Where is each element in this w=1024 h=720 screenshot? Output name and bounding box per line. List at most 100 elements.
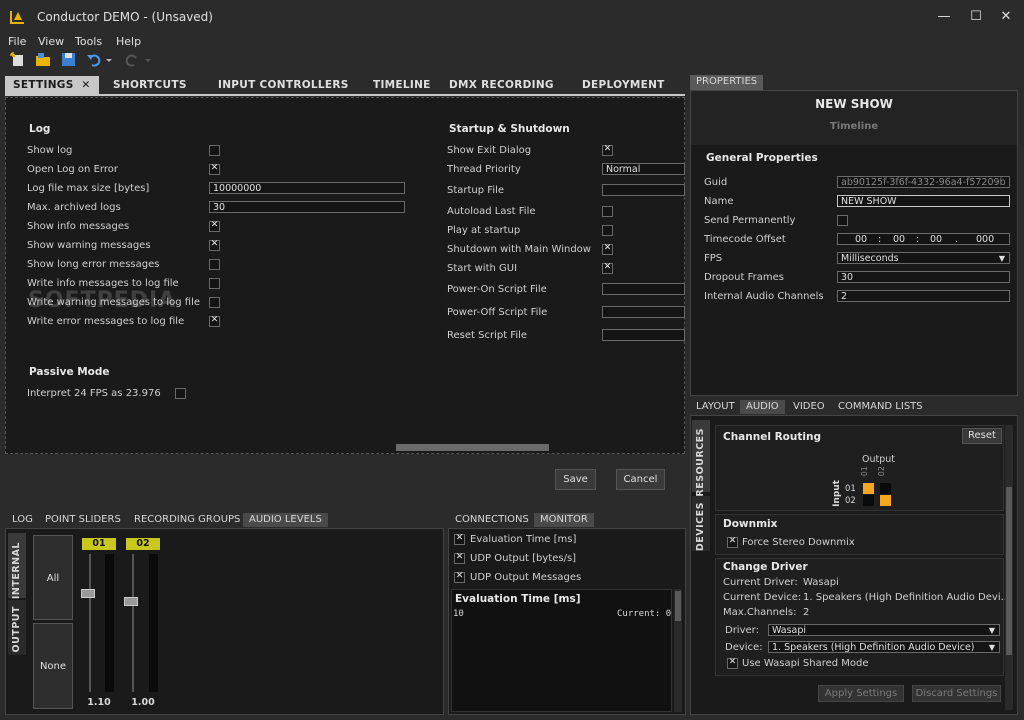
- vtab-internal[interactable]: INTERNAL: [8, 533, 26, 599]
- show-warning-messages-checkbox[interactable]: [209, 239, 220, 251]
- start-with-gui-checkbox[interactable]: [602, 262, 613, 274]
- routing-cell-1-2[interactable]: [880, 483, 891, 494]
- dropout-frames-input[interactable]: 30: [837, 271, 1010, 283]
- open-log-on-error-checkbox[interactable]: [209, 163, 220, 175]
- channel-02-slider-track[interactable]: [132, 554, 134, 692]
- udp-output-bytes-label: UDP Output [bytes/s]: [470, 553, 577, 564]
- show-log-checkbox[interactable]: [209, 145, 220, 156]
- minimize-button[interactable]: —: [934, 8, 954, 26]
- tab-shortcuts[interactable]: SHORTCUTS: [113, 76, 187, 94]
- routing-cell-2-1[interactable]: [863, 495, 874, 506]
- tab-log[interactable]: LOG: [12, 513, 33, 527]
- channel-02-fader-handle[interactable]: [124, 596, 138, 606]
- none-button[interactable]: None: [33, 623, 73, 709]
- menu-tools[interactable]: Tools: [75, 35, 102, 48]
- udp-output-bytes-checkbox[interactable]: [454, 552, 465, 564]
- power-on-script-input[interactable]: [602, 283, 685, 295]
- start-with-gui-label: Start with GUI: [447, 263, 518, 274]
- device-select-value: 1. Speakers (High Definition Audio Devic…: [772, 642, 975, 653]
- internal-audio-channels-input[interactable]: 2: [837, 290, 1010, 302]
- tab-input-controllers[interactable]: INPUT CONTROLLERS: [218, 76, 349, 94]
- vtab-devices-label: DEVICES: [695, 502, 706, 552]
- tab-timeline[interactable]: TIMELINE: [373, 76, 431, 94]
- interpret-24fps-checkbox[interactable]: [175, 388, 186, 399]
- evaluation-time-checkbox[interactable]: [454, 533, 465, 545]
- log-file-max-size-label: Log file max size [bytes]: [27, 183, 150, 194]
- vtab-resources[interactable]: RESOURCES: [692, 420, 710, 497]
- use-wasapi-shared-checkbox[interactable]: [727, 657, 738, 669]
- fps-select[interactable]: Milliseconds ▼: [837, 252, 1010, 264]
- tab-properties[interactable]: PROPERTIES: [690, 75, 764, 90]
- discard-settings-button[interactable]: Discard Settings: [912, 685, 1001, 702]
- monitor-scrollbar-thumb[interactable]: [675, 591, 681, 621]
- play-at-startup-checkbox[interactable]: [602, 225, 613, 236]
- menu-help[interactable]: Help: [116, 35, 141, 48]
- tab-connections[interactable]: CONNECTIONS: [455, 513, 529, 527]
- log-file-max-size-input[interactable]: 10000000: [209, 182, 405, 194]
- menu-file[interactable]: File: [8, 35, 26, 48]
- open-folder-icon[interactable]: [35, 52, 51, 67]
- channel-01-fader-handle[interactable]: [81, 588, 95, 598]
- write-info-messages-checkbox[interactable]: [209, 278, 220, 289]
- maximize-button[interactable]: ☐: [966, 8, 986, 26]
- device-select[interactable]: 1. Speakers (High Definition Audio Devic…: [768, 641, 1000, 653]
- tab-deployment[interactable]: DEPLOYMENT: [582, 76, 665, 94]
- audio-scrollbar-thumb[interactable]: [1006, 487, 1012, 655]
- tab-close-icon[interactable]: ✕: [82, 79, 91, 91]
- save-button[interactable]: Save: [555, 469, 596, 490]
- max-archived-logs-input[interactable]: 30: [209, 201, 405, 213]
- show-log-label: Show log: [27, 145, 73, 156]
- show-long-error-messages-checkbox[interactable]: [209, 259, 220, 270]
- startup-file-input[interactable]: [602, 184, 685, 196]
- show-info-messages-checkbox[interactable]: [209, 220, 220, 232]
- tab-monitor[interactable]: MONITOR: [534, 513, 594, 527]
- tab-layout[interactable]: LAYOUT: [696, 400, 735, 414]
- name-label: Name: [704, 196, 734, 207]
- tab-point-sliders[interactable]: POINT SLIDERS: [45, 513, 121, 527]
- undo-icon[interactable]: [86, 52, 102, 67]
- thread-priority-select[interactable]: Normal: [602, 163, 685, 175]
- chevron-down-icon: ▼: [988, 626, 995, 635]
- vtab-output[interactable]: OUTPUT: [8, 600, 26, 655]
- autoload-last-file-checkbox[interactable]: [602, 206, 613, 217]
- timecode-offset-input[interactable]: 00 : 00 : 00 . 000: [837, 233, 1010, 245]
- routing-cell-1-1[interactable]: [863, 483, 874, 494]
- undo-dropdown-icon[interactable]: [104, 52, 114, 67]
- redo-icon: [125, 54, 137, 67]
- tab-settings[interactable]: SETTINGS ✕: [5, 76, 99, 94]
- channel-01-meter: [105, 554, 114, 692]
- close-button[interactable]: ✕: [996, 8, 1016, 26]
- routing-cell-2-2[interactable]: [880, 495, 891, 506]
- driver-select[interactable]: Wasapi ▼: [768, 624, 1000, 636]
- write-error-messages-checkbox[interactable]: [209, 315, 220, 327]
- tab-video[interactable]: VIDEO: [793, 400, 825, 414]
- power-off-script-input[interactable]: [602, 306, 685, 318]
- save-icon[interactable]: [61, 52, 77, 67]
- send-permanently-checkbox[interactable]: [837, 215, 848, 226]
- cancel-button[interactable]: Cancel: [616, 469, 665, 490]
- udp-output-messages-checkbox[interactable]: [454, 571, 465, 583]
- force-stereo-downmix-checkbox[interactable]: [727, 536, 738, 548]
- tab-command-lists[interactable]: COMMAND LISTS: [838, 400, 923, 414]
- write-warning-messages-checkbox[interactable]: [209, 297, 220, 308]
- all-button[interactable]: All: [33, 535, 73, 620]
- tc-minutes: 00: [893, 234, 906, 245]
- startup-file-label: Startup File: [447, 185, 505, 196]
- shutdown-with-main-window-checkbox[interactable]: [602, 243, 613, 255]
- tab-audio-levels[interactable]: AUDIO LEVELS: [243, 513, 328, 527]
- vtab-devices[interactable]: DEVICES: [692, 496, 710, 551]
- tab-dmx-recording[interactable]: DMX RECORDING: [449, 76, 554, 94]
- show-exit-dialog-checkbox[interactable]: [602, 144, 613, 156]
- new-file-icon[interactable]: [10, 52, 26, 67]
- tab-recording-groups[interactable]: RECORDING GROUPS: [134, 513, 240, 527]
- apply-settings-button[interactable]: Apply Settings: [818, 685, 904, 702]
- menu-view[interactable]: View: [38, 35, 64, 48]
- guid-input[interactable]: ab90125f-3f6f-4332-96a4-f57209b: [837, 176, 1010, 188]
- horizontal-scrollbar[interactable]: [396, 444, 549, 451]
- reset-script-input[interactable]: [602, 329, 685, 341]
- channel-01-slider-track[interactable]: [89, 554, 91, 692]
- tab-audio[interactable]: AUDIO: [740, 400, 785, 414]
- reset-button[interactable]: Reset: [962, 428, 1002, 444]
- tc-millis: 000: [976, 234, 995, 245]
- name-input[interactable]: NEW SHOW: [837, 195, 1010, 207]
